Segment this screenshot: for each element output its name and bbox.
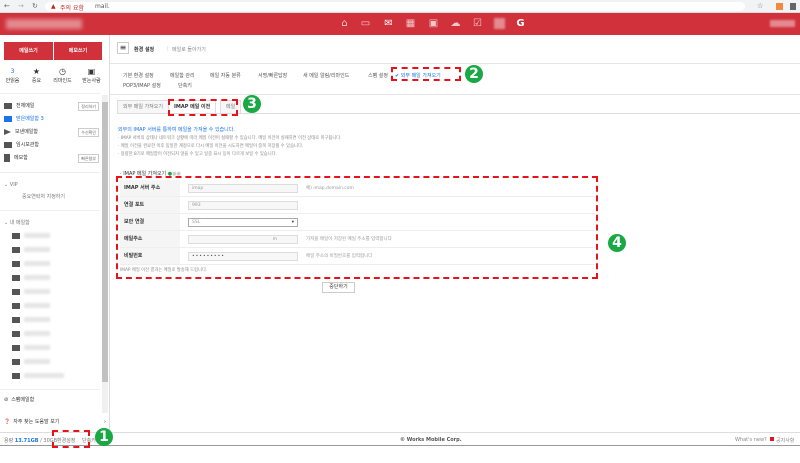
- new-badge: [770, 437, 774, 441]
- nav-basic-settings[interactable]: 기본 환경 설정: [123, 72, 154, 79]
- folder-sent[interactable]: 보낸메일함 수신확인: [4, 127, 99, 137]
- page-title: 환경 설정: [134, 47, 155, 53]
- block-icon: ⊘: [4, 397, 9, 403]
- tab-external-import[interactable]: 외부 메일 가져오기: [117, 100, 169, 114]
- security-warning: 주의 요함: [60, 5, 84, 12]
- quick-recipient[interactable]: ▣ 받는사람: [79, 67, 104, 84]
- quick-important[interactable]: ★ 중요: [24, 67, 49, 84]
- my-mailbox-toggle[interactable]: ⌄ 내 메일함: [4, 218, 99, 228]
- clock-icon: ◷: [59, 67, 66, 76]
- home-icon[interactable]: ⌂: [339, 18, 350, 29]
- reload-icon[interactable]: ↻: [32, 2, 38, 10]
- quick-unread[interactable]: 3 안읽음: [0, 67, 25, 84]
- write-mail-button[interactable]: 메일쓰기: [4, 42, 53, 60]
- nav-signature[interactable]: 서명/빠른답장: [258, 72, 287, 79]
- annotation-box-1: [52, 430, 90, 448]
- annotation-marker-4: 4: [608, 234, 626, 252]
- annotation-marker-2: 2: [465, 65, 483, 83]
- write-memo-button[interactable]: 메모쓰기: [53, 42, 102, 60]
- back-to-mail-link[interactable]: 메일로 돌아가기: [172, 46, 206, 53]
- nav-pop3-imap[interactable]: POP3/IMAP 설정: [123, 82, 161, 89]
- menu-icon[interactable]: ≡: [117, 42, 129, 54]
- scrollbar-thumb[interactable]: [102, 102, 108, 382]
- tag-icon: ▣: [87, 67, 96, 76]
- memo-icon: [4, 153, 10, 162]
- user-folder[interactable]: [12, 343, 107, 353]
- sidebar: 메일쓰기 메모쓰기 3 안읽음 ★ 중요 ◷ 리마인드 ▣ 받는사람 전체메일 정리하기 …: [0, 35, 110, 432]
- user-folder[interactable]: [12, 273, 107, 283]
- extension-icon[interactable]: [776, 3, 783, 10]
- warning-icon: ▲: [51, 3, 56, 10]
- inbox-icon: [4, 115, 12, 122]
- user-folder[interactable]: [12, 287, 107, 297]
- url-text: mail.: [95, 3, 110, 10]
- user-folder[interactable]: [12, 371, 107, 381]
- folder-memo[interactable]: 메모함 빠른첨부: [4, 153, 99, 163]
- user-folder[interactable]: [12, 259, 107, 269]
- extension-icon[interactable]: [790, 3, 796, 10]
- user-menu[interactable]: [770, 20, 795, 27]
- storage-usage: 13.71GB: [14, 438, 39, 444]
- calendar-icon[interactable]: ▦: [405, 18, 416, 29]
- address-bar[interactable]: ▲ 주의 요함 mail.: [45, 2, 745, 12]
- vip-toggle[interactable]: ⌄ VIP: [4, 180, 99, 190]
- organize-button[interactable]: 정리하기: [78, 102, 99, 111]
- user-folder[interactable]: [12, 231, 107, 241]
- forward-icon[interactable]: →: [18, 2, 24, 10]
- annotation-marker-3: 3: [243, 95, 261, 113]
- whats-new-link[interactable]: What's new?: [735, 437, 767, 443]
- folder-inbox[interactable]: 받은메일함 3: [4, 114, 99, 124]
- user-folder[interactable]: [12, 315, 107, 325]
- folder-icon: [4, 141, 12, 148]
- user-folder[interactable]: [12, 357, 107, 367]
- folder-drafts[interactable]: 임시보관함: [4, 140, 99, 150]
- app-icon[interactable]: [494, 18, 505, 29]
- cloud-icon[interactable]: ☁: [450, 18, 461, 29]
- user-folder[interactable]: [12, 301, 107, 311]
- nav-auto-sort[interactable]: 메일 자동 분류: [210, 72, 241, 79]
- notice-link[interactable]: 공지사항: [776, 437, 794, 444]
- star-icon[interactable]: ☆: [757, 2, 763, 10]
- nav-notifications[interactable]: 새 메일 알림/리마인드: [303, 72, 349, 79]
- quick-attach-button[interactable]: 빠른첨부: [78, 154, 99, 163]
- company-logo: [6, 19, 82, 29]
- chat-icon[interactable]: ▭: [360, 18, 371, 29]
- google-icon[interactable]: G: [515, 18, 526, 29]
- contacts-icon[interactable]: ▣: [428, 18, 439, 29]
- copyright: © Works Mobile Corp.: [400, 437, 462, 443]
- folder-spam[interactable]: ⊘ 스팸메일함: [4, 395, 99, 405]
- read-receipt-button[interactable]: 수신확인: [78, 128, 99, 137]
- annotation-box-2: [391, 67, 461, 81]
- star-icon: ★: [32, 67, 41, 76]
- inbox-icon: [4, 102, 12, 109]
- nav-shortcuts[interactable]: 단축키: [178, 82, 192, 89]
- annotation-box-4: [116, 176, 598, 279]
- help-icon: ❓: [4, 419, 11, 425]
- footer-bar: 용량 13.71GB / 30GB 환경설정 단축키 © Works Mobil…: [0, 432, 800, 445]
- browser-bar: ← → ↻ ▲ 주의 요함 mail. ☆: [0, 0, 800, 13]
- user-folder[interactable]: [12, 329, 107, 339]
- user-folder[interactable]: [12, 245, 107, 255]
- stop-button[interactable]: 중단하기: [322, 282, 355, 293]
- info-title: 외부의 IMAP 서버를 통하여 메일을 가져올 수 있습니다.: [118, 127, 235, 133]
- back-icon[interactable]: ←: [4, 2, 10, 10]
- send-icon: [4, 128, 11, 135]
- help-link[interactable]: ❓ 자주 찾는 도움말 보기 ›: [4, 417, 108, 427]
- app-header: ⌂ ▭ ✉ ▦ ▣ ☁ ☑ G: [0, 13, 800, 35]
- quick-remind[interactable]: ◷ 리마인드: [50, 67, 75, 84]
- annotation-box-3: [168, 99, 238, 116]
- nav-spam[interactable]: 스팸 설정: [368, 72, 388, 79]
- task-icon[interactable]: ☑: [472, 18, 483, 29]
- annotation-marker-1: 1: [95, 428, 113, 446]
- nav-mailbox-manage[interactable]: 메일함 관리: [170, 72, 195, 79]
- folder-all[interactable]: 전체메일 정리하기: [4, 101, 99, 111]
- mail-icon[interactable]: ✉: [383, 18, 394, 29]
